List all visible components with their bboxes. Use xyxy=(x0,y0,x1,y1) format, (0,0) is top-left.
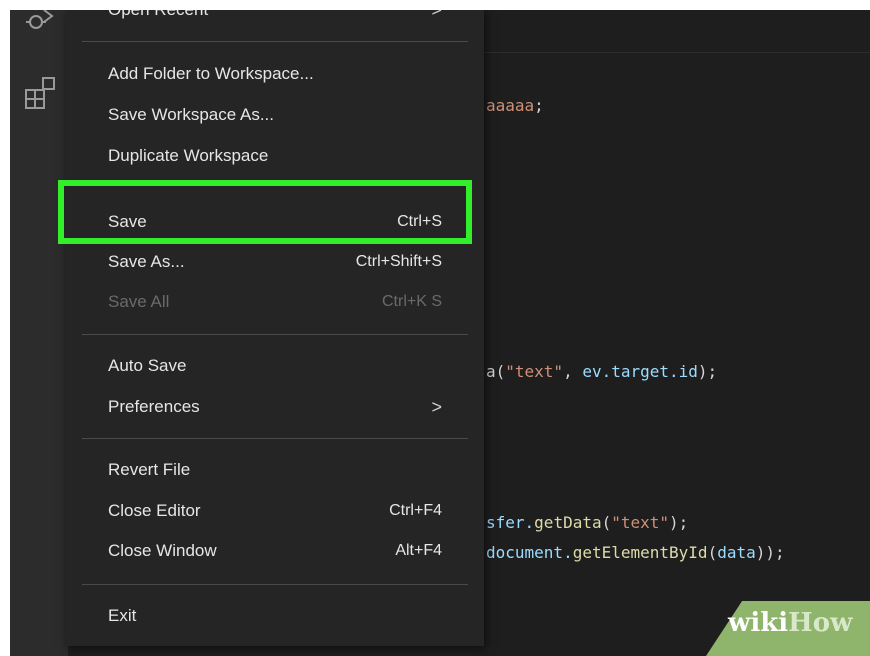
file-menu: Open Recent > Add Folder to Workspace...… xyxy=(66,10,484,646)
shortcut-label: Ctrl+K S xyxy=(381,293,442,310)
menu-item-open-recent[interactable]: Open Recent > xyxy=(108,10,442,28)
extensions-icon[interactable] xyxy=(24,76,58,110)
shortcut-label: Ctrl+F4 xyxy=(389,502,442,519)
shortcut-label: Ctrl+Shift+S xyxy=(355,253,442,270)
code-line: sfer.getData("text"); xyxy=(486,513,689,532)
menu-item-save-as[interactable]: Save As... Ctrl+Shift+S xyxy=(108,244,442,280)
menu-item-save-all: Save All Ctrl+K S xyxy=(108,292,442,311)
debug-icon[interactable] xyxy=(24,10,58,44)
menu-item-auto-save[interactable]: Auto Save xyxy=(108,348,442,384)
menu-item-save-workspace-as[interactable]: Save Workspace As... xyxy=(108,97,442,133)
save-highlight-box xyxy=(58,180,472,244)
app-window: aaaaa; a("text", ev.target.id); sfer.get… xyxy=(10,10,870,656)
shortcut-label: Alt+F4 xyxy=(395,542,442,559)
code-line: document.getElementById(data)); xyxy=(486,543,785,562)
menu-separator xyxy=(82,438,468,439)
menu-item-exit[interactable]: Exit xyxy=(108,598,442,634)
wikihow-watermark: wikiHow xyxy=(728,608,853,638)
chevron-right-icon: > xyxy=(431,396,442,417)
menu-separator xyxy=(82,334,468,335)
code-line: aaaaa; xyxy=(486,96,544,115)
menu-separator xyxy=(82,41,468,42)
menu-item-close-editor[interactable]: Close Editor Ctrl+F4 xyxy=(108,493,442,529)
menu-separator xyxy=(82,584,468,585)
chevron-right-icon: > xyxy=(431,10,442,21)
menu-item-preferences[interactable]: Preferences > xyxy=(108,389,442,425)
activity-bar xyxy=(10,10,68,656)
menu-item-add-folder-to-workspace[interactable]: Add Folder to Workspace... xyxy=(108,56,442,92)
menu-item-duplicate-workspace[interactable]: Duplicate Workspace xyxy=(108,138,442,174)
menu-item-close-window[interactable]: Close Window Alt+F4 xyxy=(108,533,442,569)
menu-item-revert-file[interactable]: Revert File xyxy=(108,452,442,488)
code-line: a("text", ev.target.id); xyxy=(486,362,718,381)
